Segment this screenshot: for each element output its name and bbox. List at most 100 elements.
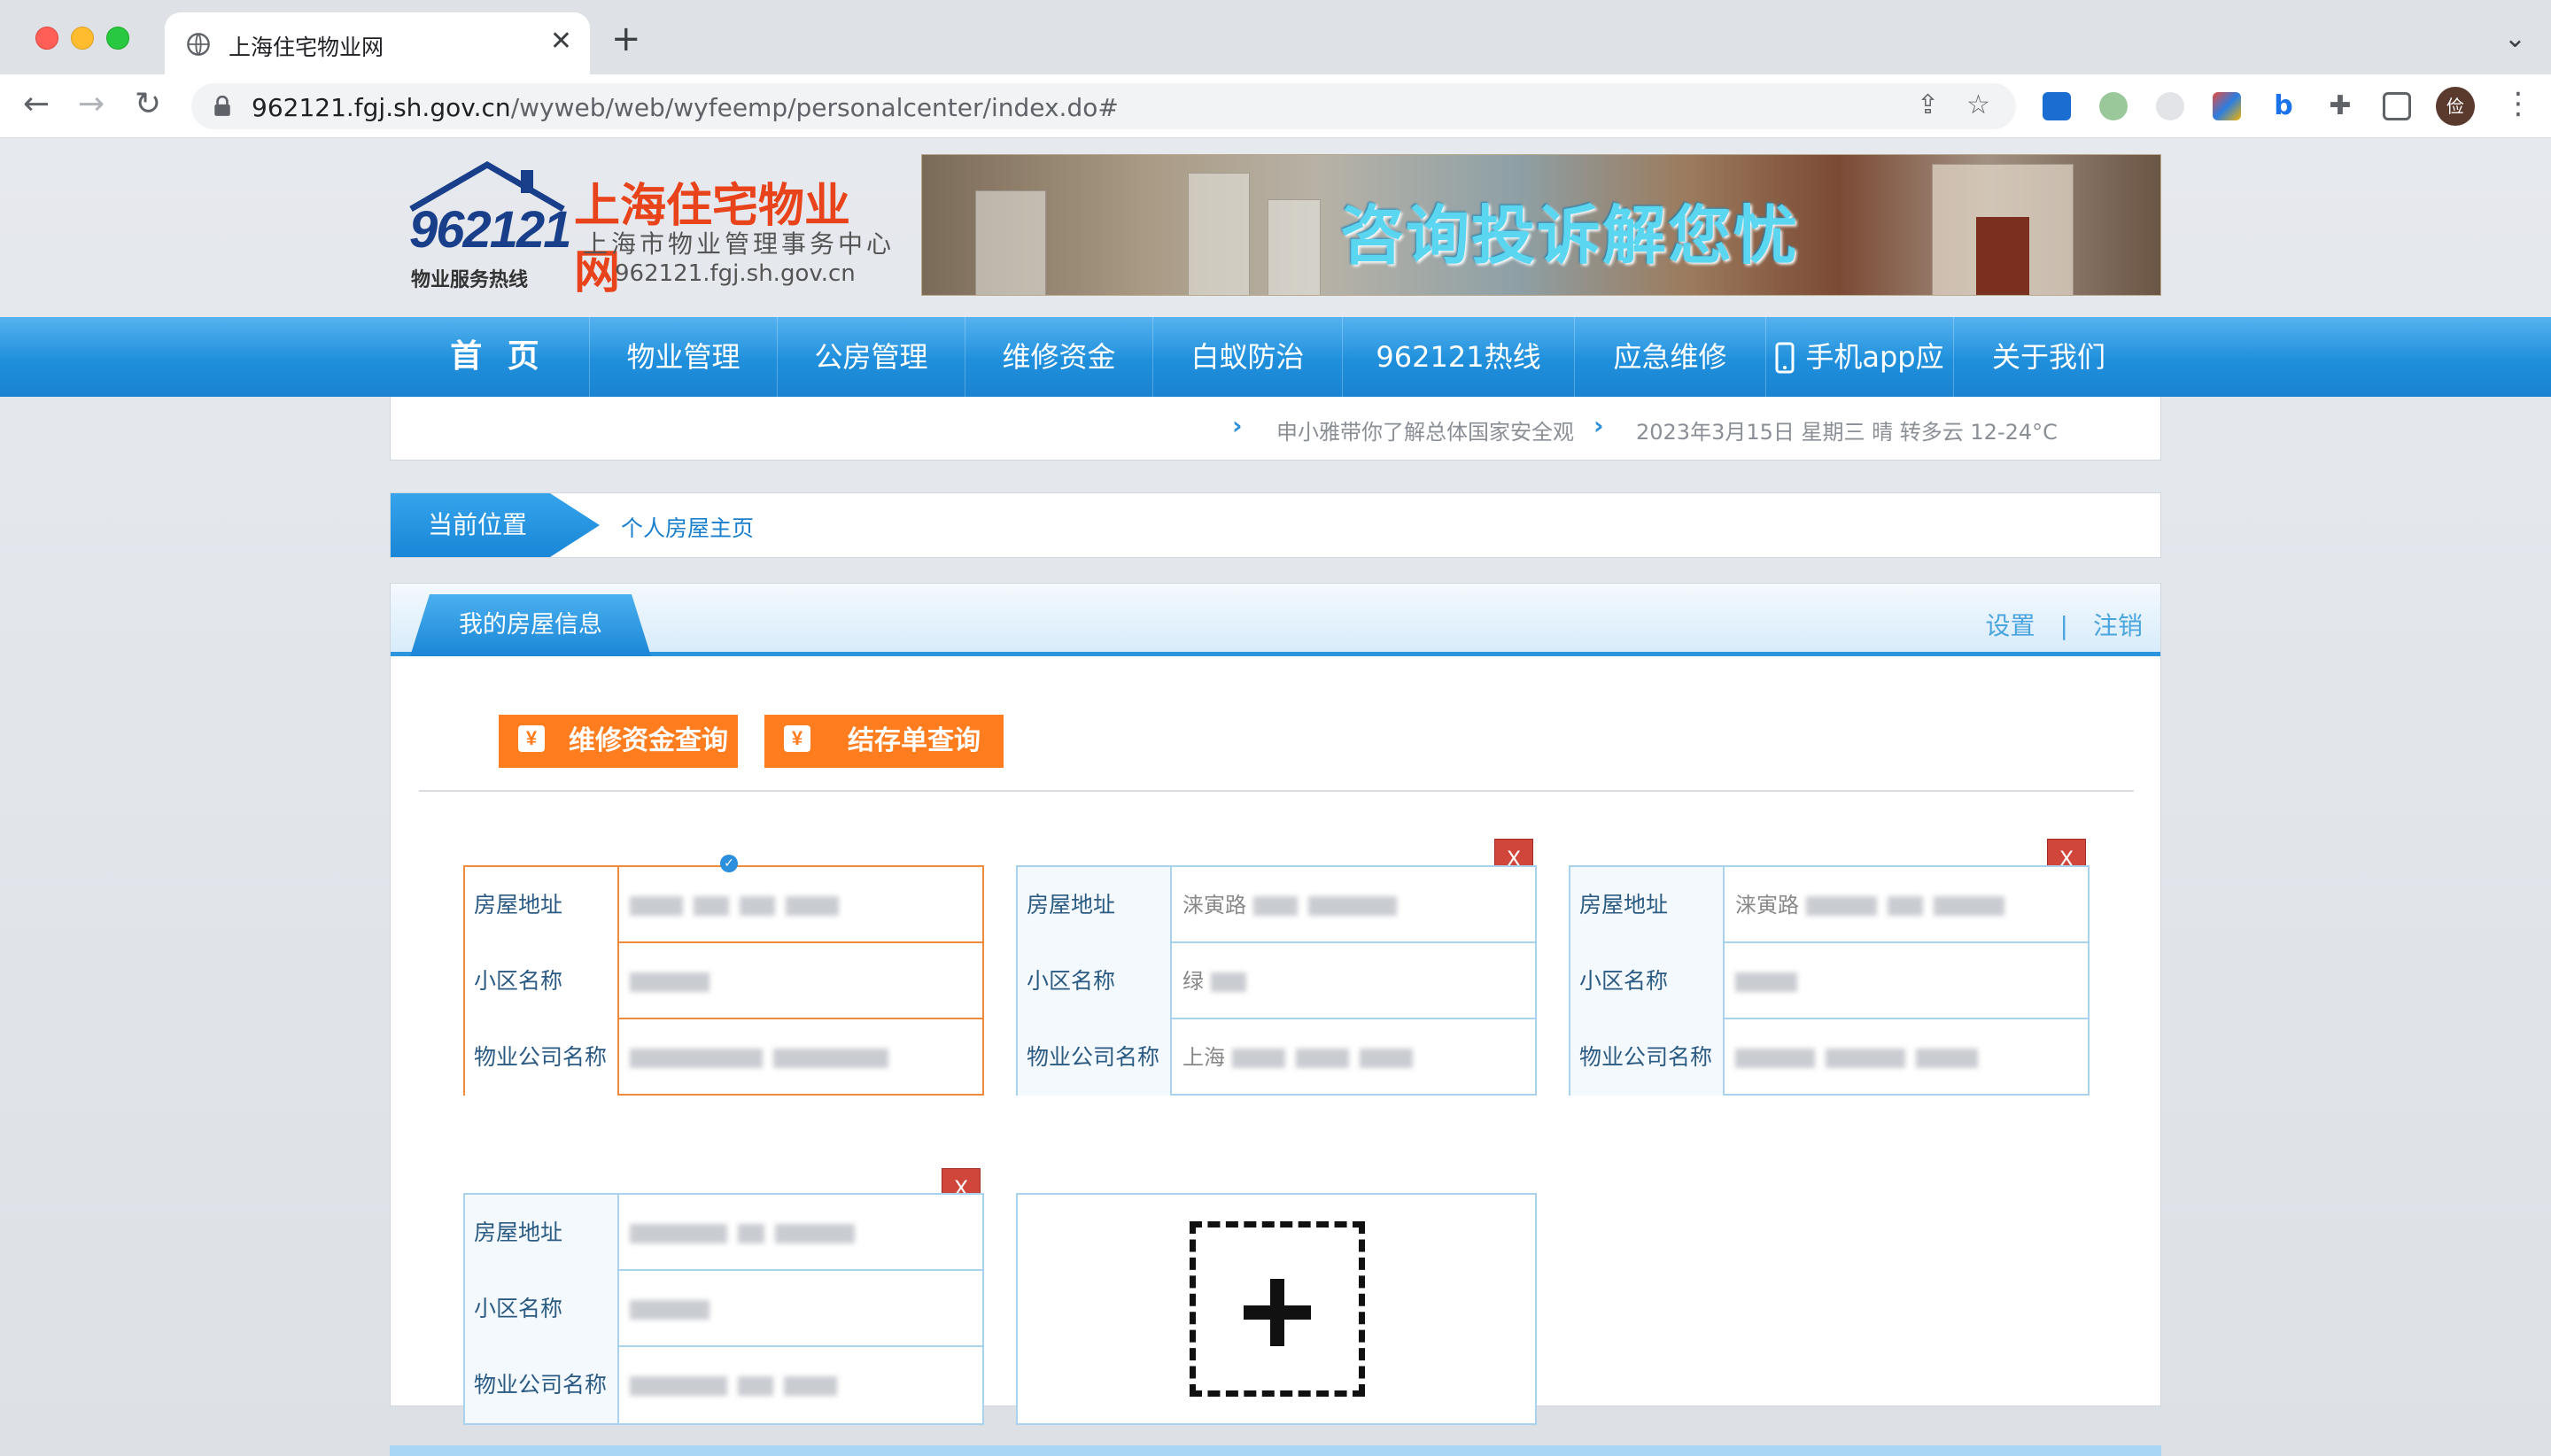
value-community: 绿 bbox=[1182, 943, 1257, 1019]
breadcrumb: 当前位置 个人房屋主页 bbox=[390, 492, 2161, 558]
forward-arrow-icon[interactable]: → bbox=[78, 89, 105, 120]
nav-maintenance-fund[interactable]: 维修资金 bbox=[965, 317, 1153, 397]
house-card[interactable]: 房屋地址 涞寅路 小区名称 绿 物业公司名称 上海 bbox=[1016, 865, 1537, 1096]
reload-icon[interactable]: ↻ bbox=[135, 89, 161, 120]
profile-avatar[interactable]: 俭 bbox=[2436, 87, 2475, 126]
card-row-address: 房屋地址 涞寅路 bbox=[1570, 867, 2088, 943]
back-arrow-icon[interactable]: ← bbox=[23, 89, 50, 120]
label-community: 小区名称 bbox=[465, 1271, 619, 1347]
globe-icon bbox=[187, 33, 210, 56]
side-panel-icon[interactable] bbox=[2383, 92, 2411, 120]
card-row-community: 小区名称 bbox=[465, 943, 982, 1019]
value-company-redacted bbox=[630, 1019, 899, 1096]
address-bar[interactable]: 962121.fgj.sh.gov.cn/wyweb/web/wyfeemp/p… bbox=[191, 83, 2016, 129]
value-address: 涞寅路 bbox=[1182, 867, 1407, 943]
yen-icon: ¥ bbox=[518, 725, 545, 752]
breadcrumb-label: 当前位置 bbox=[391, 493, 600, 557]
selected-check-icon: ✓ bbox=[720, 855, 738, 872]
extensions-puzzle-icon[interactable]: ✚ bbox=[2326, 92, 2354, 120]
site-logo[interactable]: 962121 物业服务热线 上海住宅物业网 上海市物业管理事务中心 962121… bbox=[390, 154, 895, 303]
value-community-redacted bbox=[630, 1271, 720, 1347]
card-row-address: 房屋地址 bbox=[465, 867, 982, 943]
logo-tagline: 物业服务热线 bbox=[411, 269, 529, 291]
card-row-community: 小区名称 绿 bbox=[1018, 943, 1535, 1019]
value-address: 涞寅路 bbox=[1735, 867, 2015, 943]
window-maximize-button[interactable] bbox=[106, 27, 129, 50]
extension-share-icon[interactable] bbox=[2156, 92, 2184, 120]
label-company: 物业公司名称 bbox=[465, 1347, 619, 1423]
window-close-button[interactable] bbox=[35, 27, 58, 50]
value-address-redacted bbox=[630, 1195, 865, 1271]
value-address-redacted bbox=[630, 867, 849, 943]
house-card[interactable]: 房屋地址 小区名称 物业公司名称 bbox=[463, 1193, 984, 1425]
value-community-redacted bbox=[1735, 943, 1808, 1019]
value-company: 上海 bbox=[1182, 1019, 1423, 1096]
chevron-right-icon: › bbox=[1232, 411, 1243, 440]
new-tab-button[interactable]: + bbox=[611, 21, 641, 57]
tab-title: 上海住宅物业网 bbox=[229, 35, 384, 60]
card-row-community: 小区名称 bbox=[465, 1271, 982, 1347]
site-header: 962121 物业服务热线 上海住宅物业网 上海市物业管理事务中心 962121… bbox=[390, 154, 2161, 303]
card-row-community: 小区名称 bbox=[1570, 943, 2088, 1019]
card-row-company: 物业公司名称 bbox=[465, 1347, 982, 1423]
nav-public-housing[interactable]: 公房管理 bbox=[778, 317, 965, 397]
nav-hotline[interactable]: 962121热线 bbox=[1343, 317, 1575, 397]
nav-termite-control[interactable]: 白蚁防治 bbox=[1153, 317, 1343, 397]
chevron-right-icon: › bbox=[1593, 411, 1604, 440]
logout-link[interactable]: 注销 bbox=[2093, 611, 2143, 640]
tab-close-icon[interactable]: ✕ bbox=[550, 28, 572, 55]
panel-actions: 设置 | 注销 bbox=[1986, 607, 2143, 642]
nav-property-management[interactable]: 物业管理 bbox=[590, 317, 778, 397]
label-community: 小区名称 bbox=[465, 943, 619, 1019]
label-company: 物业公司名称 bbox=[1018, 1019, 1172, 1096]
divider bbox=[419, 790, 2134, 792]
browser-toolbar: ← → ↻ 962121.fgj.sh.gov.cn/wyweb/web/wyf… bbox=[0, 74, 2551, 138]
logo-subtitle: 上海市物业管理事务中心 bbox=[583, 229, 896, 259]
fund-query-button[interactable]: ¥ 维修资金查询 bbox=[499, 715, 738, 768]
panel-title-tab[interactable]: 我的房屋信息 bbox=[410, 594, 651, 656]
bing-icon[interactable]: b bbox=[2269, 92, 2298, 120]
breadcrumb-current[interactable]: 个人房屋主页 bbox=[621, 511, 754, 543]
card-row-company: 物业公司名称 bbox=[1570, 1019, 2088, 1096]
label-company: 物业公司名称 bbox=[465, 1019, 619, 1096]
panel-header: 我的房屋信息 设置 | 注销 bbox=[391, 584, 2160, 656]
lock-icon bbox=[214, 96, 230, 116]
banner-slogan: 咨询投诉解您忧 bbox=[1340, 198, 1800, 273]
card-row-address: 房屋地址 涞寅路 bbox=[1018, 867, 1535, 943]
deposit-query-button[interactable]: ¥ 结存单查询 bbox=[764, 715, 1004, 768]
bookmark-star-icon[interactable]: ☆ bbox=[1966, 92, 1990, 119]
browser-menu-icon[interactable]: ⋮ bbox=[2503, 89, 2533, 119]
card-row-company: 物业公司名称 上海 bbox=[1018, 1019, 1535, 1096]
ticker-weather: 2023年3月15日 星期三 晴 转多云 12-24°C bbox=[1636, 420, 2058, 445]
ticker-news-link[interactable]: 申小雅带你了解总体国家安全观 bbox=[1276, 414, 1574, 445]
house-card-selected[interactable]: 房屋地址 小区名称 物业公司名称 bbox=[463, 865, 984, 1096]
label-company: 物业公司名称 bbox=[1570, 1019, 1725, 1096]
nav-mobile-app[interactable]: 手机app应用 bbox=[1766, 317, 1954, 453]
card-row-address: 房屋地址 bbox=[465, 1195, 982, 1271]
tab-search-chevron-icon[interactable]: ⌄ bbox=[2504, 23, 2526, 54]
add-plus-icon bbox=[1190, 1221, 1365, 1397]
nav-home[interactable]: 首 页 bbox=[407, 317, 590, 397]
extension-circle-icon[interactable] bbox=[2099, 92, 2128, 120]
nav-emergency-repair[interactable]: 应急维修 bbox=[1575, 317, 1766, 397]
mobile-phone-icon bbox=[1775, 342, 1795, 374]
news-ticker: › 申小雅带你了解总体国家安全观 › 2023年3月15日 星期三 晴 转多云 … bbox=[390, 397, 2161, 461]
nav-about-us[interactable]: 关于我们 bbox=[1954, 317, 2144, 397]
settings-link[interactable]: 设置 bbox=[1986, 611, 2035, 640]
separator: | bbox=[2059, 611, 2068, 640]
main-navigation: 首 页 物业管理 公房管理 维修资金 白蚁防治 962121热线 应急维修 手机… bbox=[0, 317, 2551, 453]
logo-number: 962121 bbox=[409, 201, 572, 259]
house-card[interactable]: 房屋地址 涞寅路 小区名称 物业公司名称 bbox=[1569, 865, 2090, 1096]
browser-tab-bar: 上海住宅物业网 ✕ + ⌄ bbox=[0, 0, 2551, 74]
extension-z-icon[interactable] bbox=[2043, 92, 2071, 120]
header-banner: 咨询投诉解您忧 bbox=[921, 154, 2161, 296]
window-minimize-button[interactable] bbox=[71, 27, 94, 50]
card-row-company: 物业公司名称 bbox=[465, 1019, 982, 1096]
browser-tab-active[interactable]: 上海住宅物业网 ✕ bbox=[165, 12, 590, 74]
banner-door bbox=[1976, 217, 2029, 295]
add-house-button[interactable] bbox=[1016, 1193, 1537, 1425]
label-address: 房屋地址 bbox=[1018, 867, 1172, 943]
extension-colorful-icon[interactable] bbox=[2213, 92, 2241, 120]
share-icon[interactable]: ⇪ bbox=[1917, 92, 1939, 119]
value-community-redacted bbox=[630, 943, 720, 1019]
